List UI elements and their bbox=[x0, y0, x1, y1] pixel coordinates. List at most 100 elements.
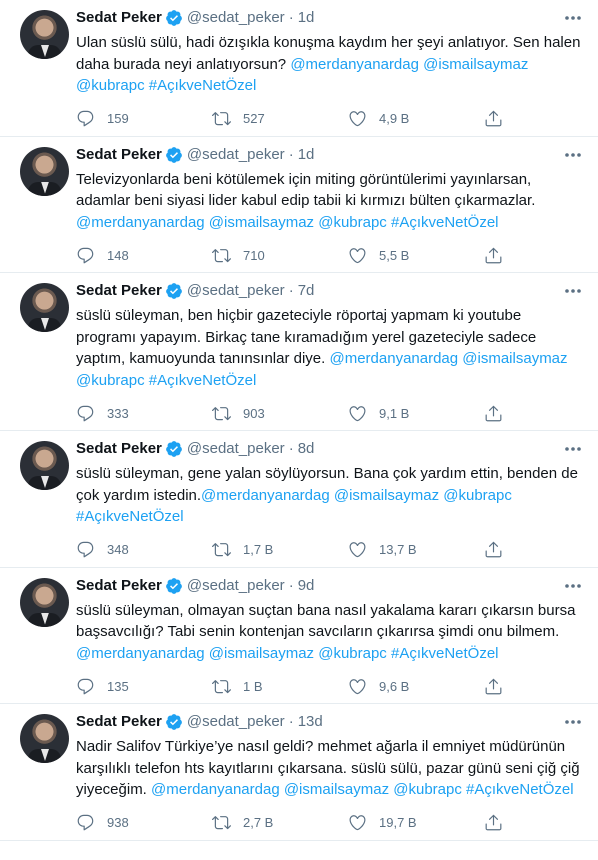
reply-count: 938 bbox=[107, 815, 129, 830]
like-button[interactable]: 13,7 B bbox=[348, 540, 484, 559]
retweet-icon bbox=[212, 406, 231, 420]
reply-icon bbox=[77, 405, 94, 421]
retweet-button[interactable]: 527 bbox=[212, 109, 348, 128]
tweet-header: Sedat Peker @sedat_peker · 1d bbox=[76, 8, 582, 28]
reply-icon bbox=[77, 541, 94, 558]
author-name[interactable]: Sedat Peker bbox=[76, 439, 162, 459]
share-button[interactable] bbox=[484, 813, 503, 832]
separator-dot: · bbox=[288, 9, 294, 26]
author-name[interactable]: Sedat Peker bbox=[76, 712, 162, 732]
like-count: 13,7 B bbox=[379, 542, 417, 557]
author-name[interactable]: Sedat Peker bbox=[76, 145, 162, 165]
avatar[interactable] bbox=[20, 283, 69, 332]
tweet[interactable]: Sedat Peker @sedat_peker · 9d süslü süle… bbox=[0, 568, 598, 704]
more-options-icon[interactable] bbox=[562, 576, 584, 596]
more-options-icon[interactable] bbox=[562, 8, 584, 28]
retweet-button[interactable]: 2,7 B bbox=[212, 813, 348, 832]
share-button[interactable] bbox=[484, 404, 503, 423]
tweet-time[interactable]: 1d bbox=[298, 8, 315, 28]
tweet-time[interactable]: 9d bbox=[298, 576, 315, 596]
like-button[interactable]: 4,9 B bbox=[348, 109, 484, 128]
share-button[interactable] bbox=[484, 246, 503, 265]
retweet-count: 1 B bbox=[243, 678, 263, 694]
tweet-actions: 348 1,7 B 13,7 B bbox=[76, 533, 582, 567]
avatar[interactable] bbox=[20, 10, 69, 59]
more-options-icon[interactable] bbox=[562, 712, 584, 732]
separator-dot: · bbox=[288, 440, 294, 457]
author-handle[interactable]: @sedat_peker bbox=[187, 8, 285, 28]
separator-dot: · bbox=[288, 576, 294, 594]
tweet-time[interactable]: 13d bbox=[298, 712, 323, 732]
tweet-time[interactable]: 1d bbox=[298, 145, 315, 165]
reply-button[interactable]: 148 bbox=[76, 246, 212, 265]
like-count: 9,6 B bbox=[379, 678, 410, 694]
like-button[interactable]: 19,7 B bbox=[348, 813, 484, 832]
retweet-button[interactable]: 710 bbox=[212, 246, 348, 265]
share-button[interactable] bbox=[484, 109, 503, 128]
retweet-button[interactable]: 903 bbox=[212, 404, 348, 423]
reply-button[interactable]: 135 bbox=[76, 677, 212, 696]
author-handle[interactable]: @sedat_peker bbox=[187, 281, 285, 301]
tweet[interactable]: Sedat Peker @sedat_peker · 13d Nadir Sal… bbox=[0, 704, 598, 841]
tweet-content: Sedat Peker @sedat_peker · 1d Televizyon… bbox=[76, 145, 582, 273]
tweet[interactable]: Sedat Peker @sedat_peker · 7d süslü süle… bbox=[0, 273, 598, 431]
author-handle[interactable]: @sedat_peker bbox=[187, 712, 285, 732]
like-button[interactable]: 5,5 B bbox=[348, 246, 484, 265]
retweet-button[interactable]: 1 B bbox=[212, 677, 348, 696]
reply-button[interactable]: 159 bbox=[76, 109, 212, 128]
author-handle[interactable]: @sedat_peker bbox=[187, 576, 285, 596]
author-name[interactable]: Sedat Peker bbox=[76, 8, 162, 28]
like-button[interactable]: 9,1 B bbox=[348, 404, 484, 423]
tweet-header: Sedat Peker @sedat_peker · 9d bbox=[76, 576, 582, 596]
reply-icon bbox=[77, 814, 94, 831]
tweet-text: süslü süleyman, gene yalan söylüyorsun. … bbox=[76, 463, 582, 528]
retweet-icon bbox=[212, 679, 231, 693]
tweet-links[interactable]: @merdanyanardag @ismailsaymaz @kubrapc #… bbox=[76, 214, 499, 231]
author-handle[interactable]: @sedat_peker bbox=[187, 439, 285, 459]
reply-button[interactable]: 348 bbox=[76, 540, 212, 559]
reply-count: 159 bbox=[107, 111, 129, 126]
share-button[interactable] bbox=[484, 540, 503, 559]
tweet-links[interactable]: @merdanyanardag @ismailsaymaz @kubrapc #… bbox=[151, 781, 574, 798]
heart-icon bbox=[349, 247, 366, 263]
heart-icon bbox=[349, 678, 366, 694]
share-icon bbox=[485, 541, 502, 558]
retweet-count: 2,7 B bbox=[243, 815, 274, 830]
tweet-content: Sedat Peker @sedat_peker · 8d süslü süle… bbox=[76, 439, 582, 567]
tweet[interactable]: Sedat Peker @sedat_peker · 1d Televizyon… bbox=[0, 137, 598, 273]
like-count: 5,5 B bbox=[379, 247, 410, 263]
retweet-count: 1,7 B bbox=[243, 542, 274, 557]
tweet-text: Nadir Salifov Türkiye’ye nasıl geldi? me… bbox=[76, 736, 582, 801]
more-options-icon[interactable] bbox=[562, 145, 584, 165]
author-name[interactable]: Sedat Peker bbox=[76, 281, 162, 301]
avatar[interactable] bbox=[20, 146, 69, 196]
more-options-icon[interactable] bbox=[562, 281, 584, 301]
more-options-icon[interactable] bbox=[562, 439, 584, 459]
tweet-time[interactable]: 8d bbox=[298, 439, 315, 459]
tweet-content: Sedat Peker @sedat_peker · 9d süslü süle… bbox=[76, 576, 582, 704]
heart-icon bbox=[349, 542, 366, 558]
tweet-header: Sedat Peker @sedat_peker · 8d bbox=[76, 439, 582, 459]
like-button[interactable]: 9,6 B bbox=[348, 677, 484, 696]
share-button[interactable] bbox=[484, 677, 503, 696]
tweet-links[interactable]: @merdanyanardag @ismailsaymaz @kubrapc #… bbox=[76, 645, 499, 662]
tweet-actions: 159 527 4,9 B bbox=[76, 102, 582, 136]
reply-button[interactable]: 938 bbox=[76, 813, 212, 832]
tweet[interactable]: Sedat Peker @sedat_peker · 8d süslü süle… bbox=[0, 431, 598, 568]
reply-icon bbox=[77, 110, 94, 127]
avatar[interactable] bbox=[20, 714, 69, 763]
tweet[interactable]: Sedat Peker @sedat_peker · 1d Ulan süslü… bbox=[0, 0, 598, 137]
tweet-text: Ulan süslü sülü, hadi özışıkla konuşma k… bbox=[76, 32, 582, 97]
tweet-actions: 938 2,7 B 19,7 B bbox=[76, 806, 582, 840]
author-handle[interactable]: @sedat_peker bbox=[187, 145, 285, 165]
tweet-feed: Sedat Peker @sedat_peker · 1d Ulan süslü… bbox=[0, 0, 598, 841]
retweet-icon bbox=[212, 248, 231, 262]
verified-badge-icon bbox=[165, 146, 183, 164]
avatar[interactable] bbox=[20, 577, 69, 627]
author-name[interactable]: Sedat Peker bbox=[76, 576, 162, 596]
retweet-button[interactable]: 1,7 B bbox=[212, 540, 348, 559]
tweet-time[interactable]: 7d bbox=[298, 281, 315, 301]
reply-button[interactable]: 333 bbox=[76, 404, 212, 423]
avatar[interactable] bbox=[20, 441, 69, 490]
tweet-content: Sedat Peker @sedat_peker · 7d süslü süle… bbox=[76, 281, 582, 430]
